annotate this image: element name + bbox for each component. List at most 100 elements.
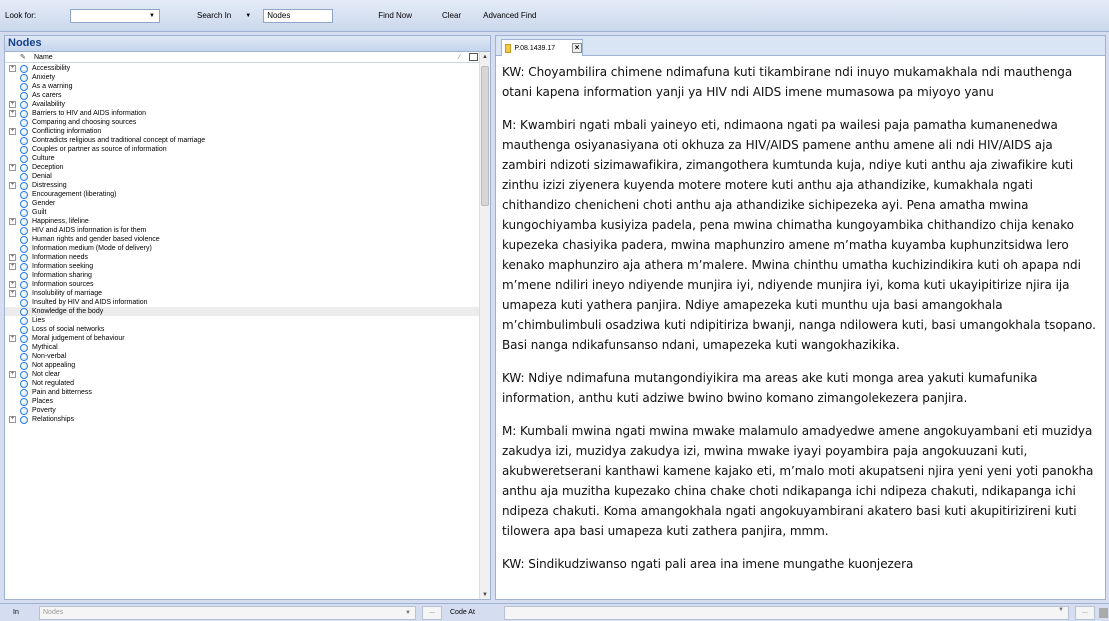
tree-row[interactable]: Mythical [5, 343, 479, 352]
tree-row[interactable]: + Relationships [5, 415, 479, 424]
tree-row[interactable]: Comparing and choosing sources [5, 118, 479, 127]
tree-row[interactable]: Not appealing [5, 361, 479, 370]
tree-row[interactable]: Encouragement (liberating) [5, 190, 479, 199]
tree-row[interactable]: Information medium (Mode of delivery) [5, 244, 479, 253]
node-icon [20, 370, 28, 379]
advanced-find-button[interactable]: Advanced Find [483, 11, 536, 20]
expand-icon[interactable]: + [9, 65, 16, 72]
tree-row[interactable]: Insulted by HIV and AIDS information [5, 298, 479, 307]
code-icon[interactable] [1099, 607, 1108, 618]
sort-icon[interactable]: ✎ [20, 53, 28, 61]
node-icon [20, 298, 28, 307]
expand-icon[interactable]: + [9, 263, 16, 270]
look-for-combo[interactable]: ▼ [70, 8, 160, 23]
expand-icon[interactable]: + [9, 335, 16, 342]
tree-row[interactable]: As carers [5, 91, 479, 100]
expand-icon[interactable]: + [9, 128, 16, 135]
node-label: Gender [32, 200, 56, 207]
tree-row[interactable]: Not regulated [5, 379, 479, 388]
tree-row[interactable]: Places [5, 397, 479, 406]
scroll-down-icon[interactable]: ▼ [482, 592, 488, 598]
tree-row[interactable]: Couples or partner as source of informat… [5, 145, 479, 154]
column-name[interactable]: Name [34, 54, 53, 61]
tree-row[interactable]: Gender [5, 199, 479, 208]
node-label: Contradicts religious and traditional co… [32, 137, 206, 144]
document-content[interactable]: KW: Choyambilira chimene ndimafuna kuti … [502, 62, 1100, 587]
node-label: Mythical [32, 344, 58, 351]
search-in-field[interactable]: Nodes [263, 8, 334, 23]
tree-row[interactable]: Lies [5, 316, 479, 325]
chevron-down-icon: ▼ [149, 12, 155, 19]
tree-row[interactable]: + Not clear [5, 370, 479, 379]
tree-row[interactable]: + Insolubility of marriage [5, 289, 479, 298]
expand-icon[interactable]: + [9, 182, 16, 189]
tree-row[interactable]: Poverty [5, 406, 479, 415]
tree-row[interactable]: Information sharing [5, 271, 479, 280]
expand-icon[interactable]: + [9, 101, 16, 108]
expand-icon[interactable]: + [9, 110, 16, 117]
search-in-dropdown[interactable]: Search In ▼ [197, 11, 251, 20]
chevron-down-icon: ▼ [405, 609, 411, 616]
node-icon [20, 217, 28, 226]
node-label: Not clear [32, 371, 61, 378]
code-at-browse-button[interactable]: ... [1075, 605, 1095, 620]
expand-icon[interactable]: + [9, 281, 16, 288]
node-icon [20, 118, 28, 127]
expand-icon[interactable]: + [9, 164, 16, 171]
node-label: Anxiety [32, 74, 55, 81]
tree-row[interactable]: Denial [5, 172, 479, 181]
tree-row[interactable]: Non-verbal [5, 352, 479, 361]
column-header[interactable]: ✎ Name ⁄ [5, 52, 490, 63]
tree-row[interactable]: Contradicts religious and traditional co… [5, 136, 479, 145]
tree-row[interactable]: + Information needs [5, 253, 479, 262]
tree-row[interactable]: Knowledge of the body [5, 307, 479, 316]
expand-icon[interactable]: + [9, 290, 16, 297]
in-combo[interactable]: Nodes ▼ [39, 605, 416, 620]
tree-row[interactable]: Guilt [5, 208, 479, 217]
node-icon [20, 379, 28, 388]
tree-row[interactable]: + Happiness, lifeline [5, 217, 479, 226]
tree-row[interactable]: HIV and AIDS information is for them [5, 226, 479, 235]
tree-row[interactable]: + Conflicting information [5, 127, 479, 136]
close-icon[interactable]: × [572, 43, 582, 53]
tree-row[interactable]: + Information sources [5, 280, 479, 289]
node-icon [20, 289, 28, 298]
tree-row[interactable]: Loss of social networks [5, 325, 479, 334]
scrollbar-thumb[interactable] [481, 66, 489, 206]
tree-row[interactable]: Anxiety [5, 73, 479, 82]
node-label: Culture [32, 155, 55, 162]
document-paragraph: KW: Sindikudziwanso ngati pali area ina … [502, 557, 914, 571]
scroll-up-icon[interactable]: ▲ [482, 54, 488, 60]
tree-row[interactable]: Culture [5, 154, 479, 163]
node-icon [20, 406, 28, 415]
tree-row[interactable]: + Availability [5, 100, 479, 109]
node-icon [20, 136, 28, 145]
clear-button[interactable]: Clear [442, 11, 461, 20]
tree-row[interactable]: Pain and bitterness [5, 388, 479, 397]
expand-icon[interactable]: + [9, 254, 16, 261]
expand-icon[interactable]: + [9, 218, 16, 225]
find-now-button[interactable]: Find Now [378, 11, 412, 20]
tree-row[interactable]: + Deception [5, 163, 479, 172]
node-label: Knowledge of the body [32, 308, 104, 315]
document-paragraph: M: Kwambiri ngati mbali yaineyo eti, ndi… [502, 118, 1096, 352]
node-label: Information sharing [32, 272, 92, 279]
node-label: Deception [32, 164, 64, 171]
expand-icon[interactable]: + [9, 416, 16, 423]
node-label: Relationships [32, 416, 75, 423]
node-icon [20, 154, 28, 163]
tab-document[interactable]: P.08.1439.17 × [501, 39, 583, 56]
tree-row[interactable]: Human rights and gender based violence [5, 235, 479, 244]
browse-button[interactable]: ... [422, 605, 442, 620]
tree-row[interactable]: + Accessibility [5, 64, 479, 73]
tree-row[interactable]: + Barriers to HIV and AIDS information [5, 109, 479, 118]
tree-row[interactable]: + Moral judgement of behaviour [5, 334, 479, 343]
expand-icon[interactable]: + [9, 371, 16, 378]
tree-row[interactable]: + Information seeking [5, 262, 479, 271]
vertical-scrollbar[interactable]: ▲ ▼ [479, 52, 490, 599]
node-icon [20, 172, 28, 181]
tree-row[interactable]: + Distressing [5, 181, 479, 190]
tree-row[interactable]: As a warning [5, 82, 479, 91]
code-at-combo[interactable]: ▼ [504, 605, 1069, 620]
grid-view-icon[interactable] [469, 53, 478, 61]
